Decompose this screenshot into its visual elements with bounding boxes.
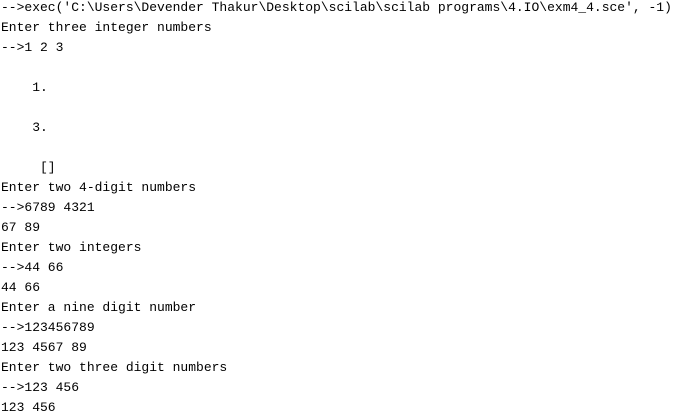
console-line-output: 3. [1,120,48,135]
console-line-prompt: Enter two integers [1,240,142,255]
console-line-output: 1. [1,80,48,95]
console-line-input: -->123456789 [1,320,95,335]
console-line-input: -->6789 4321 [1,200,95,215]
console-line-output: 123 4567 89 [1,340,87,355]
console-line-prompt: Enter three integer numbers [1,20,212,35]
console-line-input: -->1 2 3 [1,40,64,55]
console-line-output: 123 456 [1,400,56,415]
console-line-output: [] [1,160,56,175]
console-line-exec-command: -->exec('C:\Users\Devender Thakur\Deskto… [1,0,672,15]
console-line-prompt: Enter a nine digit number [1,300,197,315]
console-line-input: -->44 66 [1,260,64,275]
console-line-output: 67 89 [1,220,41,235]
console-line-output: 44 66 [1,280,41,295]
console-line-input: -->123 456 [1,380,80,395]
console-line-prompt: Enter two 4-digit numbers [1,180,197,195]
console-output[interactable]: -->exec('C:\Users\Devender Thakur\Deskto… [1,0,687,416]
console-line-prompt: Enter two three digit numbers [1,360,228,375]
